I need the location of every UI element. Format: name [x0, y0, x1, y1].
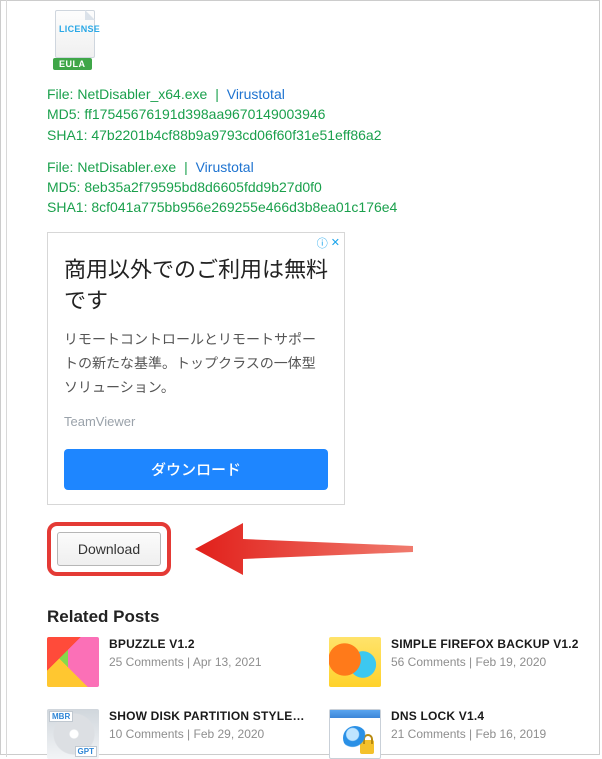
post-date: Apr 13, 2021 — [193, 655, 262, 669]
post-title: SHOW DISK PARTITION STYLE V1.1 — [109, 709, 305, 723]
related-posts-heading: Related Posts — [47, 607, 602, 627]
post-title: BPUZZLE V1.2 — [109, 637, 305, 651]
related-post-item[interactable]: DNS LOCK V1.4 21 Comments | Feb 16, 2019 — [329, 709, 587, 759]
post-thumbnail-icon — [329, 637, 381, 687]
file-info-block: File: NetDisabler.exe | Virustotal MD5: … — [47, 157, 602, 218]
post-meta: 21 Comments | Feb 16, 2019 — [391, 727, 587, 741]
sha1-label: SHA1: — [47, 199, 87, 215]
post-title: DNS LOCK V1.4 — [391, 709, 587, 723]
virustotal-link[interactable]: Virustotal — [227, 86, 285, 102]
file-label: File: — [47, 159, 73, 175]
md5-value: 8eb35a2f79595bd8d6605fdd9b27d0f0 — [84, 179, 321, 195]
meta-sep: | — [184, 655, 193, 669]
ad-info-icon[interactable]: ⓘ — [317, 235, 328, 251]
pointer-arrow-icon — [195, 519, 415, 579]
download-highlight-box: Download — [47, 522, 171, 576]
ad-close-icon[interactable]: ✕ — [331, 236, 340, 249]
post-title: SIMPLE FIREFOX BACKUP V1.2 — [391, 637, 587, 651]
lock-icon — [360, 740, 374, 754]
ad-body: リモートコントロールとリモートサポートの新たな基準。トップクラスの一体型ソリュー… — [64, 328, 328, 399]
sha1-label: SHA1: — [47, 127, 87, 143]
separator: | — [215, 86, 219, 102]
file-label: File: — [47, 86, 73, 102]
post-thumbnail-icon — [47, 637, 99, 687]
ad-headline: 商用以外でのご利用は無料です — [64, 253, 328, 315]
post-meta: 56 Comments | Feb 19, 2020 — [391, 655, 587, 669]
post-meta: 10 Comments | Feb 29, 2020 — [109, 727, 305, 741]
post-date: Feb 19, 2020 — [476, 655, 547, 669]
post-comments: 10 Comments — [109, 727, 184, 741]
download-button[interactable]: Download — [57, 532, 161, 566]
md5-label: MD5: — [47, 106, 80, 122]
file-name: NetDisabler.exe — [77, 159, 176, 175]
post-date: Feb 16, 2019 — [476, 727, 547, 741]
license-label: LICENSE — [59, 24, 100, 34]
post-comments: 56 Comments — [391, 655, 466, 669]
meta-sep: | — [184, 727, 194, 741]
post-comments: 21 Comments — [391, 727, 466, 741]
file-info-block: File: NetDisabler_x64.exe | Virustotal M… — [47, 84, 602, 145]
sha1-value: 8cf041a775bb956e269255e466d3b8ea01c176e4 — [91, 199, 397, 215]
file-fold-icon — [85, 10, 95, 20]
virustotal-link[interactable]: Virustotal — [196, 159, 254, 175]
eula-badge: EULA — [53, 58, 92, 70]
license-file-icon[interactable]: LICENSE EULA — [47, 10, 103, 72]
related-post-item[interactable]: SHOW DISK PARTITION STYLE V1.1 10 Commen… — [47, 709, 305, 759]
separator: | — [184, 159, 188, 175]
md5-label: MD5: — [47, 179, 80, 195]
post-meta: 25 Comments | Apr 13, 2021 — [109, 655, 305, 669]
post-comments: 25 Comments — [109, 655, 184, 669]
related-post-item[interactable]: SIMPLE FIREFOX BACKUP V1.2 56 Comments |… — [329, 637, 587, 687]
ad-cta-button[interactable]: ダウンロード — [64, 449, 328, 490]
meta-sep: | — [466, 727, 476, 741]
related-post-item[interactable]: BPUZZLE V1.2 25 Comments | Apr 13, 2021 — [47, 637, 305, 687]
ad-container: ⓘ ✕ 商用以外でのご利用は無料です リモートコントロールとリモートサポートの新… — [47, 232, 345, 505]
post-date: Feb 29, 2020 — [194, 727, 265, 741]
md5-value: ff17545676191d398aa9670149003946 — [84, 106, 325, 122]
post-thumbnail-icon — [47, 709, 99, 759]
meta-sep: | — [466, 655, 476, 669]
ad-brand: TeamViewer — [64, 414, 328, 429]
file-name: NetDisabler_x64.exe — [77, 86, 207, 102]
sha1-value: 47b2201b4cf88b9a9793cd06f60f31e51eff86a2 — [91, 127, 381, 143]
post-thumbnail-icon — [329, 709, 381, 759]
